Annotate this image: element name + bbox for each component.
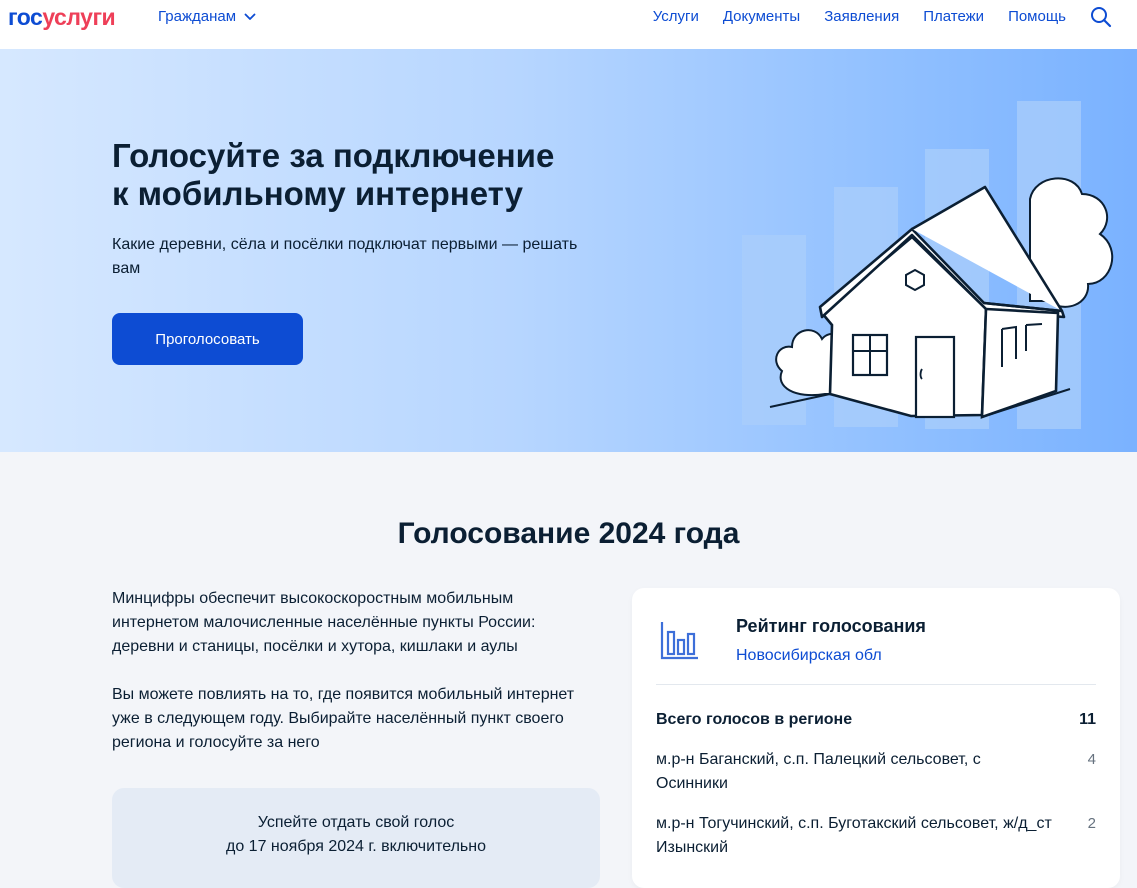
- citizens-menu[interactable]: Гражданам: [158, 8, 256, 25]
- bar-chart-icon: [660, 622, 698, 660]
- logo-part-gos: гос: [8, 4, 43, 30]
- section-title: Голосование 2024 года: [397, 517, 740, 550]
- hero-subtitle: Какие деревни, сёла и посёлки подключат …: [112, 236, 578, 277]
- hero-title-line2: к мобильному интернету: [112, 175, 523, 212]
- influence-paragraph: Вы можете повлиять на то, где появится м…: [112, 686, 575, 751]
- deadline-line2: до 17 ноября 2024 г. включительно: [226, 838, 486, 855]
- locality-votes: 4: [1087, 751, 1096, 768]
- list-item[interactable]: м.р-н Тогучинский, с.п. Буготакский сель…: [656, 812, 1096, 860]
- house-illustration: [742, 101, 1114, 429]
- divider: [656, 684, 1096, 685]
- deadline-line1: Успейте отдать свой голос: [257, 814, 455, 831]
- chevron-down-icon: [244, 13, 256, 20]
- list-item[interactable]: м.р-н Баганский, с.п. Палецкий сельсовет…: [656, 748, 1096, 796]
- main-nav: Услуги Документы Заявления Платежи Помощ…: [653, 8, 1066, 25]
- locality-name: м.р-н Баганский, с.п. Палецкий сельсовет…: [656, 751, 981, 792]
- hero-title: Голосуйте за подключение к мобильному ин…: [112, 137, 632, 213]
- gosuslugi-logo[interactable]: госуслуги: [8, 4, 116, 30]
- nav-item-applications[interactable]: Заявления: [824, 8, 899, 25]
- top-header: госуслуги Гражданам Услуги Документы Зая…: [0, 0, 1137, 49]
- search-icon[interactable]: [1090, 6, 1112, 28]
- hero-title-line1: Голосуйте за подключение: [112, 137, 555, 174]
- nav-item-documents[interactable]: Документы: [723, 8, 800, 25]
- rating-title: Рейтинг голосования: [736, 616, 926, 636]
- total-votes-label: Всего голосов в регионе: [656, 711, 853, 728]
- nav-item-services[interactable]: Услуги: [653, 8, 699, 25]
- hero-banner: Голосуйте за подключение к мобильному ин…: [0, 49, 1137, 452]
- locality-name: м.р-н Тогучинский, с.п. Буготакский сель…: [656, 815, 1052, 856]
- rating-card: Рейтинг голосования Новосибирская обл Вс…: [632, 588, 1120, 888]
- locality-votes: 2: [1087, 815, 1096, 832]
- total-votes-value: 11: [1079, 711, 1096, 728]
- nav-item-help[interactable]: Помощь: [1008, 8, 1066, 25]
- region-selector[interactable]: Новосибирская обл: [736, 644, 882, 668]
- citizens-menu-label: Гражданам: [158, 8, 237, 25]
- vote-button[interactable]: Проголосовать: [112, 313, 303, 365]
- intro-paragraph: Минцифры обеспечит высокоскоростным моби…: [112, 590, 536, 655]
- deadline-notice: Успейте отдать свой голос до 17 ноября 2…: [112, 788, 600, 888]
- total-votes-row: Всего голосов в регионе 11: [656, 708, 1096, 732]
- logo-part-uslugi: услуги: [42, 4, 116, 30]
- nav-item-payments[interactable]: Платежи: [923, 8, 984, 25]
